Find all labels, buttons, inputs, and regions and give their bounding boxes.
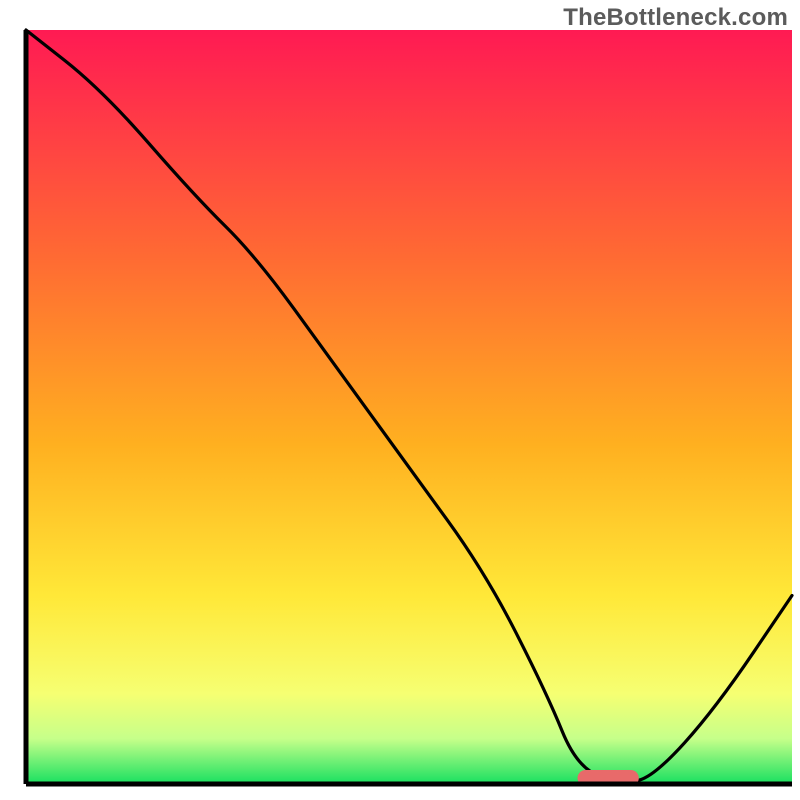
chart-container: { "watermark": "TheBottleneck.com", "cha… bbox=[0, 0, 800, 800]
bottleneck-chart bbox=[0, 0, 800, 800]
plot-background bbox=[26, 30, 792, 784]
watermark-text: TheBottleneck.com bbox=[563, 4, 788, 32]
